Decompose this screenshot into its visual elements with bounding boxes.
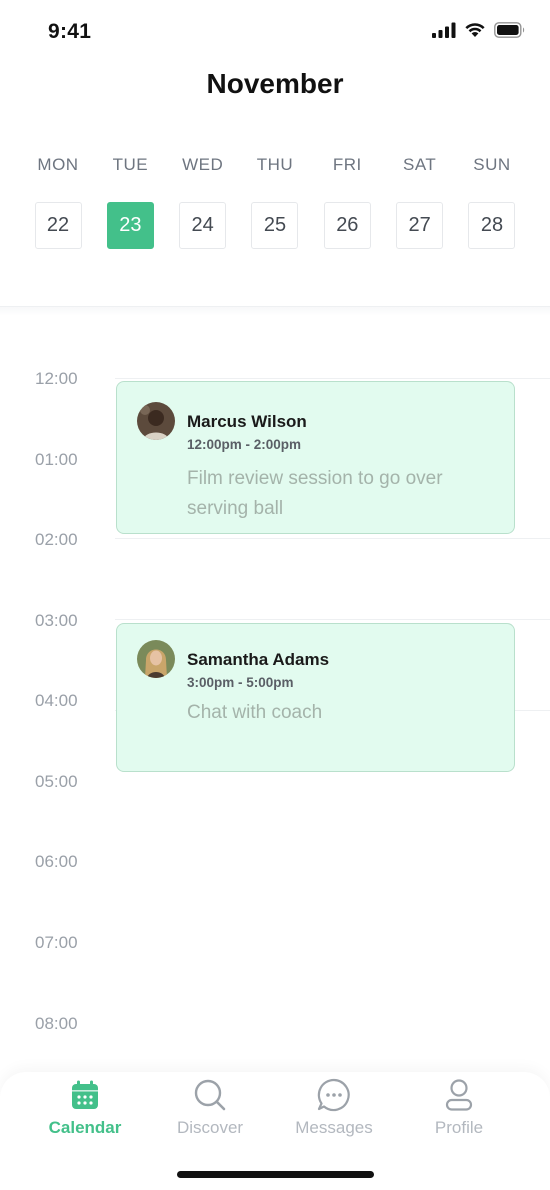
day-name: THU <box>256 155 294 174</box>
day-name: SUN <box>473 155 511 174</box>
hour-label: 04:00 <box>35 691 78 710</box>
tab-label: Discover <box>176 1118 244 1137</box>
day-name: TUE <box>112 155 149 174</box>
event-description: Film review session to go over serving b… <box>187 468 443 519</box>
week-strip: MON 22 TUE 23 WED 24 THU 25 FRI 26 SAT 2… <box>22 150 528 249</box>
header-divider <box>0 306 550 316</box>
date-button[interactable]: 27 <box>396 202 444 249</box>
date-button[interactable]: 25 <box>251 202 299 249</box>
status-time: 9:41 <box>48 20 92 43</box>
search-icon <box>193 1078 227 1112</box>
day-column-thu: THU 25 <box>239 150 311 249</box>
chat-bubble-icon <box>317 1078 351 1112</box>
wifi-icon <box>465 23 485 37</box>
event-card[interactable]: Samantha Adams 3:00pm - 5:00pm Chat with… <box>116 623 515 772</box>
event-card[interactable]: Marcus Wilson 12:00pm - 2:00pm Film revi… <box>116 381 515 534</box>
cellular-signal-icon <box>432 22 456 38</box>
hour-label: 02:00 <box>35 530 78 549</box>
event-person-name: Marcus Wilson <box>187 412 307 431</box>
hour-label: 08:00 <box>35 1014 78 1033</box>
date-button[interactable]: 26 <box>323 202 371 249</box>
person-icon <box>442 1078 476 1112</box>
status-bar: 9:41 <box>0 0 550 64</box>
day-column-wed: WED 24 <box>167 150 239 249</box>
tab-discover[interactable]: Discover <box>150 1078 270 1138</box>
calendar-icon <box>68 1078 102 1112</box>
day-name: SAT <box>402 155 437 174</box>
day-name: WED <box>182 155 224 174</box>
status-icons <box>432 22 526 38</box>
battery-icon <box>494 22 525 38</box>
hour-label: 12:00 <box>35 369 78 388</box>
event-person-name: Samantha Adams <box>187 650 330 669</box>
date-button[interactable]: 22 <box>34 202 82 249</box>
day-timeline[interactable]: 12:00 01:00 02:00 03:00 04:00 05:00 06:0… <box>0 360 550 1060</box>
day-column-mon: MON 22 <box>22 150 94 249</box>
tab-messages[interactable]: Messages <box>274 1078 394 1138</box>
event-time-range: 12:00pm - 2:00pm <box>187 437 302 452</box>
hour-gridline <box>115 378 550 379</box>
event-description: Chat with coach <box>187 702 323 723</box>
date-button-selected[interactable]: 23 <box>106 202 154 249</box>
day-column-tue: TUE 23 <box>94 150 166 249</box>
date-button[interactable]: 28 <box>468 202 516 249</box>
day-column-fri: FRI 26 <box>311 150 383 249</box>
tab-label: Messages <box>295 1118 373 1137</box>
hour-gridline <box>115 619 550 620</box>
hour-label: 03:00 <box>35 611 78 630</box>
hour-label: 07:00 <box>35 933 78 952</box>
month-title: November <box>206 68 344 99</box>
date-button[interactable]: 24 <box>179 202 227 249</box>
avatar <box>137 640 175 678</box>
avatar <box>137 402 175 440</box>
hour-label: 01:00 <box>35 450 78 469</box>
tab-label: Profile <box>434 1118 484 1137</box>
hour-label: 06:00 <box>35 852 78 871</box>
hour-gridline <box>115 538 550 539</box>
tab-calendar[interactable]: Calendar <box>25 1078 145 1138</box>
tab-profile[interactable]: Profile <box>399 1078 519 1138</box>
day-name: MON <box>37 155 79 174</box>
day-column-sat: SAT 27 <box>384 150 456 249</box>
home-indicator[interactable] <box>177 1171 374 1178</box>
day-name: FRI <box>332 155 362 174</box>
tab-label: Calendar <box>48 1118 122 1137</box>
day-column-sun: SUN 28 <box>456 150 528 249</box>
hour-label: 05:00 <box>35 772 78 791</box>
event-time-range: 3:00pm - 5:00pm <box>187 675 294 690</box>
